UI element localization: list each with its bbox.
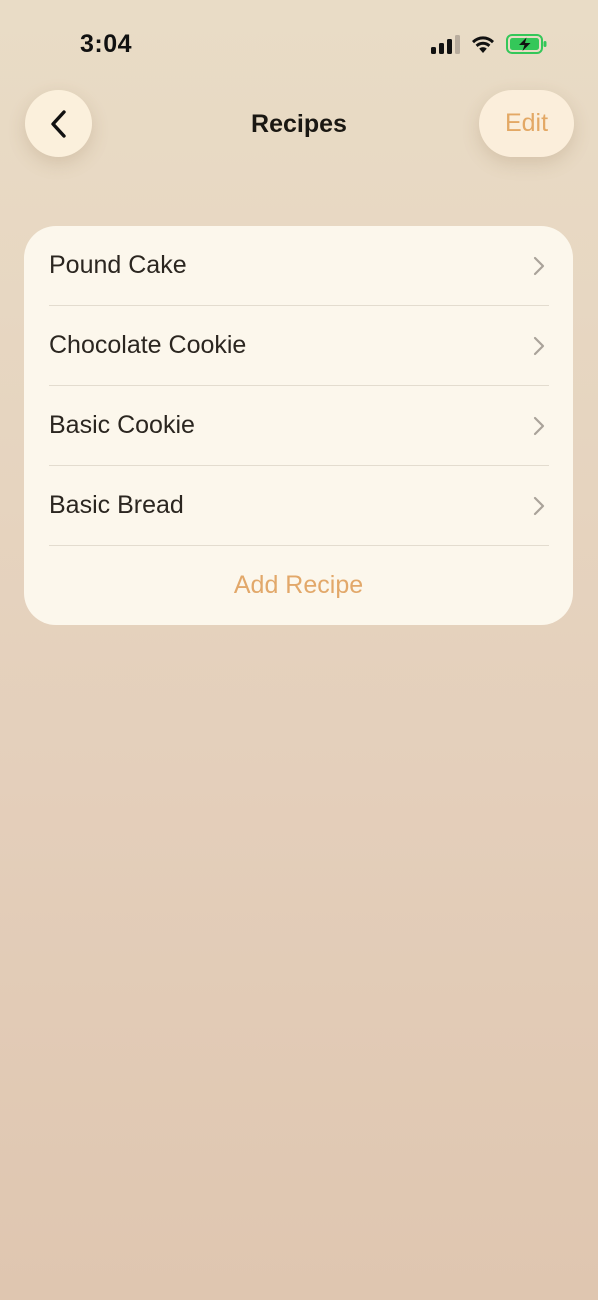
- chevron-right-icon: [533, 416, 545, 435]
- status-icons: [431, 33, 548, 55]
- list-item-pound-cake[interactable]: Pound Cake: [24, 226, 573, 305]
- battery-charging-icon: [506, 34, 547, 54]
- status-bar: 3:04: [0, 0, 598, 84]
- chevron-right-icon: [533, 496, 545, 515]
- wifi-icon: [472, 36, 494, 53]
- list-item-basic-bread[interactable]: Basic Bread: [24, 466, 573, 545]
- list-item-label: Chocolate Cookie: [49, 331, 247, 359]
- edit-button[interactable]: Edit: [479, 90, 574, 157]
- add-recipe-button[interactable]: Add Recipe: [24, 546, 573, 625]
- chevron-right-icon: [533, 336, 545, 355]
- chevron-right-icon: [533, 256, 545, 275]
- list-item-basic-cookie[interactable]: Basic Cookie: [24, 386, 573, 465]
- list-item-label: Basic Cookie: [49, 411, 195, 439]
- list-item-chocolate-cookie[interactable]: Chocolate Cookie: [24, 306, 573, 385]
- list-item-label: Pound Cake: [49, 251, 187, 279]
- list-item-label: Basic Bread: [49, 491, 184, 519]
- signal-icon: [431, 34, 460, 54]
- navigation-bar: Recipes Edit: [0, 84, 598, 164]
- status-time: 3:04: [80, 30, 133, 58]
- recipe-list: Pound Cake Chocolate Cookie Basic Cookie…: [24, 226, 573, 625]
